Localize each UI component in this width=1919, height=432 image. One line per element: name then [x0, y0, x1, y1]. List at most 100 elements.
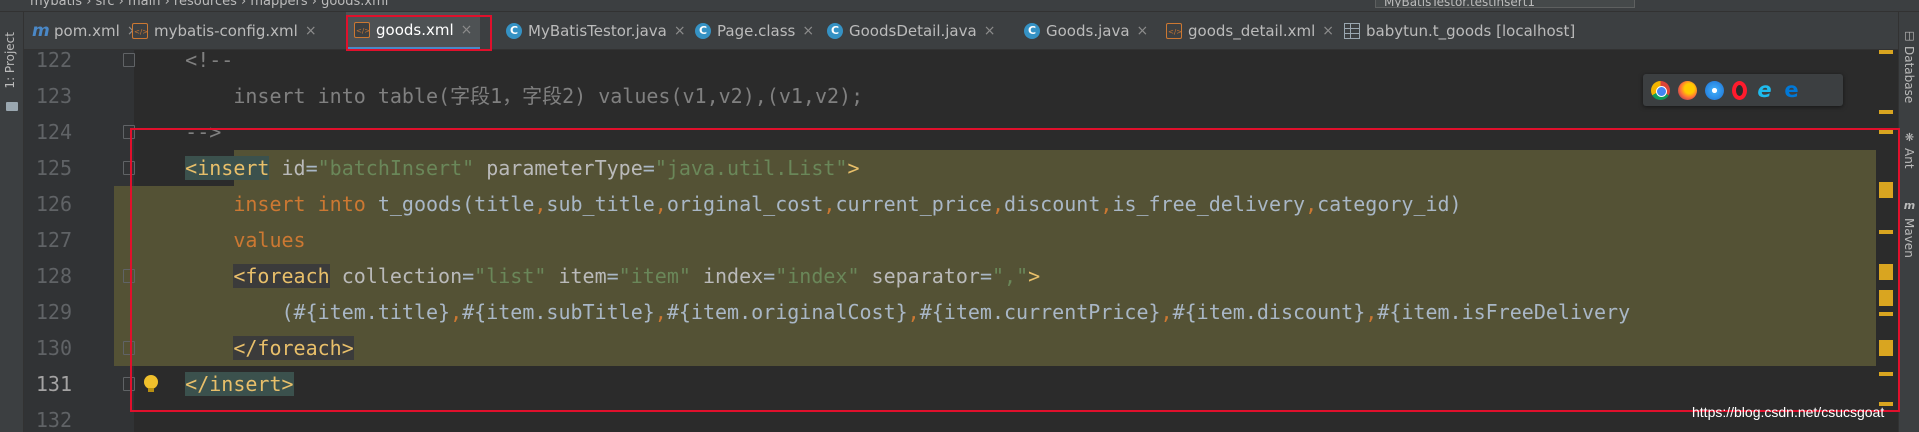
close-icon[interactable]: ×: [461, 22, 473, 38]
code-token: =: [462, 264, 475, 288]
stripe-mark[interactable]: [1879, 290, 1893, 306]
firefox-icon[interactable]: [1678, 80, 1697, 100]
code-token: =: [979, 264, 992, 288]
tab-1[interactable]: mybatis-config.xml ×: [124, 12, 325, 50]
code-token: ,: [1365, 300, 1378, 324]
code-token: >: [847, 156, 860, 180]
run-configuration-select[interactable]: MyBatisTestor.testInsert1: [1375, 0, 1635, 8]
line-number: 128: [35, 264, 72, 288]
line-number: 131: [35, 372, 72, 396]
tab-label: MyBatisTestor.java: [528, 22, 667, 40]
database-icon: ◫: [1904, 29, 1915, 42]
safari-icon[interactable]: [1705, 80, 1724, 100]
code-token: =: [305, 156, 318, 180]
stripe-mark[interactable]: [1879, 130, 1893, 134]
code-token: original_cost: [666, 192, 824, 216]
code-line: 128 <foreach collection="list" item="ite…: [24, 258, 1898, 294]
internet-explorer-icon[interactable]: e: [1755, 79, 1774, 100]
xml-file-icon: [1166, 23, 1182, 39]
opera-icon[interactable]: [1732, 80, 1747, 100]
tab-label: GoodsDetail.java: [849, 22, 977, 40]
tab-label: goods_detail.xml: [1188, 22, 1316, 40]
code-line: 124 -->: [24, 114, 1898, 150]
tab-5[interactable]: GoodsDetail.java ×: [819, 12, 1003, 50]
code-token: <insert: [185, 156, 270, 180]
code-token: <!--: [137, 50, 234, 72]
code-text: insert into t_goods(title,sub_title,orig…: [137, 186, 1462, 222]
stripe-mark[interactable]: [1879, 230, 1893, 234]
tab-2[interactable]: goods.xml ×: [346, 12, 481, 50]
code-token: ,: [534, 192, 547, 216]
code-token: ,: [1100, 192, 1113, 216]
class-icon: [1024, 23, 1040, 39]
code-token: separator: [859, 264, 980, 288]
code-token: #{item.isFreeDelivery: [1377, 300, 1631, 324]
fold-marker-icon[interactable]: [123, 377, 135, 391]
code-token: "item": [618, 264, 691, 288]
stripe-mark[interactable]: [1879, 312, 1893, 316]
close-icon[interactable]: ×: [305, 23, 317, 39]
code-line: 126 insert into t_goods(title,sub_title,…: [24, 186, 1898, 222]
close-icon[interactable]: ×: [802, 23, 814, 39]
database-tool-button[interactable]: Database: [1902, 46, 1916, 103]
code-line: 122 <!--: [24, 50, 1898, 78]
stripe-mark[interactable]: [1879, 372, 1893, 376]
stripe-mark[interactable]: [1879, 182, 1893, 198]
close-icon[interactable]: ×: [984, 23, 996, 39]
code-line: 123 insert into table(字段1，字段2) values(v1…: [24, 78, 1898, 114]
fold-marker-icon[interactable]: [123, 161, 135, 175]
tab-4[interactable]: Page.class ×: [687, 12, 822, 50]
code-token: =: [642, 156, 655, 180]
watermark: https://blog.csdn.net/csucsgoat: [1692, 404, 1885, 420]
code-token: ,: [823, 192, 836, 216]
code-token: (#{item.title}: [137, 300, 451, 324]
line-number: 129: [35, 300, 72, 324]
fold-marker-icon[interactable]: [123, 53, 135, 67]
browser-preview-bar: e e: [1643, 74, 1843, 106]
tab-3[interactable]: MyBatisTestor.java ×: [498, 12, 694, 50]
fold-marker-icon[interactable]: [123, 125, 135, 139]
code-token: insert into: [137, 192, 378, 216]
code-text: <!--: [137, 50, 233, 78]
code-editor[interactable]: 122 <!-- 123 insert into table(字段1，字段2) v…: [24, 50, 1898, 432]
stripe-mark[interactable]: [1879, 340, 1893, 356]
code-token: collection: [329, 264, 463, 288]
maven-icon: m: [32, 21, 50, 41]
stripe-mark[interactable]: [1879, 264, 1893, 280]
left-tool-strip: 1: Project: [0, 12, 24, 432]
ant-tool-button[interactable]: Ant: [1902, 148, 1916, 169]
code-token: category_id): [1317, 192, 1462, 216]
close-icon[interactable]: ×: [1322, 23, 1334, 39]
maven-tool-button[interactable]: Maven: [1902, 218, 1916, 258]
error-stripe[interactable]: [1876, 50, 1898, 432]
stripe-mark[interactable]: [1879, 110, 1893, 114]
code-line: 125 <insert id="batchInsert" parameterTy…: [24, 150, 1898, 186]
code-text: -->: [137, 114, 221, 150]
project-tool-button[interactable]: 1: Project: [3, 32, 17, 89]
tab-6[interactable]: Goods.java ×: [1016, 12, 1156, 50]
code-token: #{item.currentPrice}: [919, 300, 1161, 324]
code-token: </foreach>: [233, 336, 354, 360]
breadcrumb[interactable]: mybatis › src › main › resources › mappe…: [30, 0, 388, 9]
ant-icon: ❋: [1904, 131, 1915, 144]
stripe-mark[interactable]: [1879, 50, 1893, 54]
close-icon[interactable]: ×: [1137, 23, 1149, 39]
tab-8[interactable]: babytun.t_goods [localhost]: [1336, 12, 1583, 50]
editor-tab-bar: mpom.xml×mybatis-config.xml×goods.xml×My…: [24, 12, 1898, 50]
fold-marker-icon[interactable]: [123, 269, 135, 283]
code-line: 127 values: [24, 222, 1898, 258]
fold-marker-icon[interactable]: [123, 341, 135, 355]
close-icon[interactable]: ×: [674, 23, 686, 39]
edge-icon[interactable]: e: [1782, 79, 1801, 100]
code-token: sub_title: [546, 192, 655, 216]
code-token: ,: [991, 192, 1005, 216]
code-text: (#{item.title},#{item.subTitle},#{item.o…: [137, 294, 1630, 330]
tab-7[interactable]: goods_detail.xml ×: [1158, 12, 1342, 50]
code-token: >: [1028, 264, 1041, 288]
chrome-icon[interactable]: [1651, 80, 1670, 100]
code-token: ,: [450, 300, 463, 324]
